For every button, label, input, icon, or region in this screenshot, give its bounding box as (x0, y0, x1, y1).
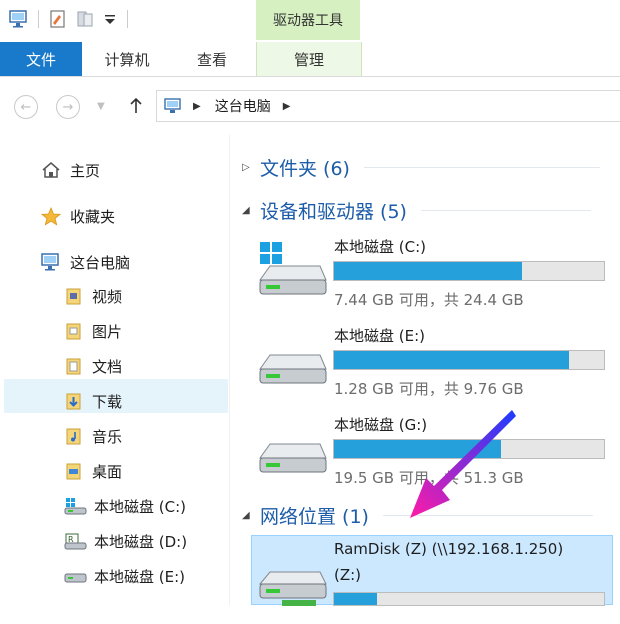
tab-computer[interactable]: 计算机 (82, 42, 172, 76)
recent-locations-chevron-icon[interactable]: ▼ (97, 101, 105, 112)
tab-view[interactable]: 查看 (172, 42, 252, 76)
network-drive-letter: (Z:) (334, 566, 362, 584)
computer-icon (163, 97, 183, 115)
drive-tile-c[interactable]: 本地磁盘 (C:) 7.44 GB 可用，共 24.4 GB (256, 236, 610, 322)
annotation-arrow (410, 410, 516, 518)
drive-usage-fill (334, 351, 569, 369)
drive-usage-bar (333, 350, 605, 370)
up-button[interactable] (128, 97, 144, 115)
nav-item-music[interactable]: 音乐 (64, 421, 122, 451)
navigation-pane: 主页 收藏夹 这台电脑 视频 图片 文档 下载 音乐 桌面 本地磁盘 (C:) … (0, 135, 230, 605)
customize-toolbar-chevron-icon[interactable] (103, 9, 117, 29)
title-bar: 驱动器工具 (0, 0, 620, 42)
network-drive-tile-z[interactable]: RamDisk (Z) (\\192.168.1.250) (Z:) (256, 540, 610, 606)
toolbar-divider (127, 10, 128, 28)
drive-usage-bar (333, 592, 605, 606)
new-folder-icon[interactable] (75, 9, 97, 29)
nav-item-local-disk-d[interactable]: R 本地磁盘 (D:) (64, 526, 187, 556)
downloads-folder-icon (64, 391, 86, 411)
videos-folder-icon (64, 286, 86, 306)
drive-icon (64, 566, 88, 586)
nav-item-this-pc[interactable]: 这台电脑 (40, 247, 130, 277)
group-folders-header[interactable]: ▷ 文件夹 (6) (242, 152, 600, 182)
ribbon-tabs: 文件 计算机 查看 管理 (0, 42, 620, 77)
network-drive-name: RamDisk (Z) (\\192.168.1.250) (334, 540, 564, 558)
navigation-bar: ← → ▼ ▶ 这台电脑 ▶ (0, 77, 620, 135)
computer-icon (40, 252, 64, 272)
drive-size: 7.44 GB 可用，共 24.4 GB (334, 291, 524, 309)
pictures-folder-icon (64, 321, 86, 341)
nav-item-local-disk-c[interactable]: 本地磁盘 (C:) (64, 491, 186, 521)
address-bar[interactable]: ▶ 这台电脑 ▶ (156, 90, 620, 122)
forward-button[interactable]: → (56, 95, 80, 119)
breadcrumb-chevron-icon[interactable]: ▶ (283, 101, 291, 112)
music-folder-icon (64, 426, 86, 446)
quick-access-toolbar (8, 8, 128, 30)
toolbar-divider (38, 10, 39, 28)
collapsed-chevron-icon: ▷ (242, 161, 250, 173)
nav-item-local-disk-e[interactable]: 本地磁盘 (E:) (64, 561, 185, 591)
drive-usage-bar (333, 261, 605, 281)
drive-name: 本地磁盘 (C:) (334, 238, 426, 256)
drive-icon: R (64, 531, 88, 551)
drive-name: 本地磁盘 (E:) (334, 327, 426, 345)
network-drive-icon (256, 552, 328, 624)
desktop-folder-icon (64, 461, 86, 481)
drive-usage-fill (334, 262, 522, 280)
back-arrow-icon: ← (20, 99, 32, 115)
drive-icon (256, 414, 328, 486)
home-icon (40, 160, 64, 180)
nav-item-desktop[interactable]: 桌面 (64, 456, 122, 486)
nav-item-home[interactable]: 主页 (40, 155, 100, 185)
nav-item-videos[interactable]: 视频 (64, 281, 122, 311)
nav-item-documents[interactable]: 文档 (64, 351, 122, 381)
drive-tools-context-tab: 驱动器工具 (256, 0, 360, 40)
nav-item-downloads[interactable]: 下载 (64, 386, 122, 416)
group-devices-header[interactable]: ◢ 设备和驱动器 (5) (242, 195, 591, 225)
group-divider (420, 209, 591, 211)
breadcrumb-separator-icon[interactable]: ▶ (193, 101, 201, 112)
expanded-chevron-icon: ◢ (242, 204, 250, 216)
documents-folder-icon (64, 356, 86, 376)
drive-icon (256, 325, 328, 397)
properties-icon[interactable] (47, 9, 69, 29)
nav-item-pictures[interactable]: 图片 (64, 316, 122, 346)
drive-usage-fill (334, 593, 378, 605)
tab-file[interactable]: 文件 (0, 42, 82, 76)
group-divider (363, 166, 600, 168)
back-button[interactable]: ← (14, 95, 38, 119)
windows-drive-icon (64, 496, 88, 516)
forward-arrow-icon: → (62, 99, 74, 115)
star-icon (40, 206, 64, 226)
pane-divider (229, 135, 230, 605)
windows-drive-icon (256, 236, 328, 308)
breadcrumb-this-pc[interactable]: 这台电脑 (215, 96, 271, 116)
tab-manage[interactable]: 管理 (256, 42, 362, 76)
computer-icon[interactable] (8, 9, 30, 29)
expanded-chevron-icon: ◢ (242, 509, 250, 521)
context-tab-label: 驱动器工具 (273, 13, 343, 29)
nav-item-favorites[interactable]: 收藏夹 (40, 201, 115, 231)
